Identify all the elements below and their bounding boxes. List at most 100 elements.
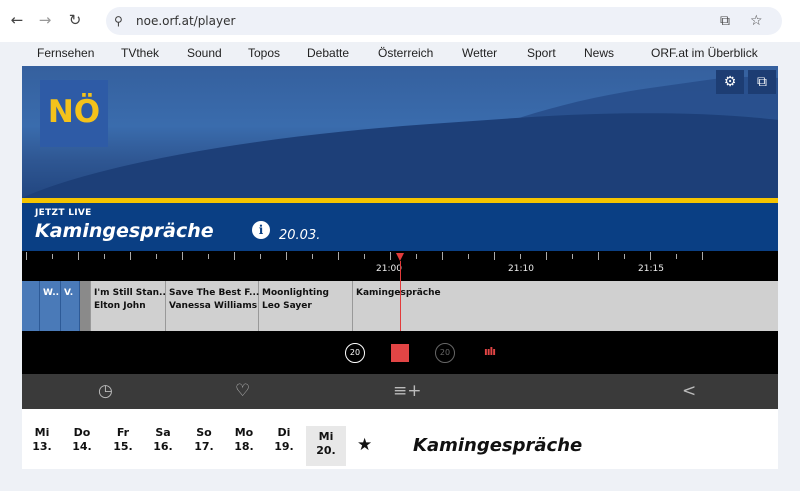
day-date: 20.	[316, 444, 336, 457]
tick	[494, 252, 495, 260]
day-date: 19.	[274, 440, 294, 453]
day-date: 15.	[113, 440, 133, 453]
day-tab-selected[interactable]: Mi 20.	[306, 426, 346, 466]
program-item[interactable]: Kamingespräche	[353, 281, 778, 331]
tick	[468, 254, 469, 259]
popout-icon[interactable]: ⧉	[748, 70, 776, 94]
cast-icon[interactable]: ⧉	[720, 7, 730, 35]
playlist-add-icon[interactable]: ≡+	[393, 379, 422, 403]
info-icon[interactable]: i	[252, 221, 270, 239]
tick	[78, 252, 79, 260]
playhead-line	[400, 261, 401, 331]
tick	[676, 254, 677, 259]
program-title: W..	[43, 288, 60, 298]
program-title: Moonlighting	[262, 288, 329, 298]
weekday: Mo	[234, 426, 254, 439]
weekday: Di	[277, 426, 291, 439]
day-selector: Mi 13. Do 14. Fr 15. Sa 16. So 17. Mo 18. Di 19…	[22, 409, 778, 469]
hero-image: NÖ ⚙ ⧉	[22, 66, 778, 200]
time-label: 21:00	[376, 264, 402, 274]
address-bar[interactable]: ⚲ noe.orf.at/player ⧉ ☆	[106, 7, 782, 35]
tick	[624, 254, 625, 259]
program-title: Save The Best F...	[169, 288, 260, 298]
now-playing-bar: JETZT LIVE Kamingespräche i 20.03.	[22, 203, 778, 251]
day-tab[interactable]: Mo 18.	[224, 426, 264, 454]
day-tab[interactable]: Mi 13.	[22, 426, 62, 454]
logo-text: NÖ	[47, 94, 101, 130]
reload-icon[interactable]: ↻	[64, 9, 86, 31]
nav-item-debatte[interactable]: Debatte	[307, 46, 349, 60]
show-title: Kamingespräche	[35, 220, 214, 242]
nav-item-tvthek[interactable]: TVthek	[121, 46, 159, 60]
weekday: So	[196, 426, 212, 439]
program-item[interactable]: Moonlighting Leo Sayer	[259, 281, 353, 331]
rewind-20-button[interactable]: 20	[345, 343, 365, 363]
day-tab[interactable]: Fr 15.	[103, 426, 143, 454]
program-item[interactable]: V.	[61, 281, 80, 331]
program-item[interactable]: Save The Best F... Vanessa Williams	[166, 281, 259, 331]
browser-toolbar: ← → ↻ ⚲ noe.orf.at/player ⧉ ☆	[0, 0, 800, 42]
site-settings-icon[interactable]: ⚲	[114, 7, 123, 35]
tick	[312, 254, 313, 259]
tick	[208, 254, 209, 259]
program-title: Kamingespräche	[356, 288, 441, 298]
forward-20-button[interactable]: 20	[435, 343, 455, 363]
program-item[interactable]: I'm Still Stan... Elton John	[91, 281, 170, 331]
url-text[interactable]: noe.orf.at/player	[136, 7, 235, 35]
tick	[598, 252, 599, 260]
favorite-icon[interactable]: ♡	[235, 379, 250, 403]
tick	[130, 252, 131, 260]
day-tab[interactable]: Do 14.	[62, 426, 102, 454]
day-tab[interactable]: Sa 16.	[143, 426, 183, 454]
nav-item-sport[interactable]: Sport	[527, 46, 556, 60]
weekday: Fr	[116, 426, 130, 439]
day-date: 16.	[153, 440, 173, 453]
program-artist: Elton John	[94, 301, 146, 311]
nav-item-news[interactable]: News	[584, 46, 614, 60]
tick	[364, 254, 365, 259]
nav-item-topos[interactable]: Topos	[248, 46, 280, 60]
weekday: Mi	[34, 426, 50, 439]
orf-nav-bar: Fernsehen TVthek Sound Topos Debatte Öst…	[0, 42, 800, 66]
bookmark-star-icon[interactable]: ☆	[750, 7, 763, 35]
program-item[interactable]	[22, 281, 40, 331]
tick	[26, 252, 27, 260]
nav-item-ueberblick[interactable]: ORF.at im Überblick	[651, 46, 758, 60]
tick	[702, 252, 703, 260]
tick	[156, 254, 157, 259]
show-date: 20.03.	[279, 228, 321, 243]
tick	[286, 252, 287, 260]
program-title: V.	[64, 288, 74, 298]
day-date: 18.	[234, 440, 254, 453]
program-artist: Vanessa Williams	[169, 301, 258, 311]
nav-item-wetter[interactable]: Wetter	[462, 46, 497, 60]
time-label: 21:10	[508, 264, 534, 274]
nav-item-fernsehen[interactable]: Fernsehen	[37, 46, 94, 60]
tick	[390, 252, 391, 260]
station-logo: NÖ	[40, 80, 108, 147]
tick	[650, 252, 651, 260]
tick	[546, 252, 547, 260]
program-title: I'm Still Stan...	[94, 288, 170, 298]
forward-icon[interactable]: →	[34, 9, 56, 31]
weekday: Do	[73, 426, 91, 439]
playhead-handle[interactable]	[396, 253, 404, 261]
day-tab[interactable]: Di 19.	[264, 426, 304, 454]
back-icon[interactable]: ←	[6, 9, 28, 31]
tick	[52, 254, 53, 259]
settings-icon[interactable]: ⚙	[716, 70, 744, 94]
program-item[interactable]: W..	[40, 281, 61, 331]
day-tab[interactable]: So 17.	[184, 426, 224, 454]
nav-item-sound[interactable]: Sound	[187, 46, 222, 60]
share-icon[interactable]: <	[682, 379, 696, 403]
radio-player: NÖ ⚙ ⧉ JETZT LIVE Kamingespräche i 20.03…	[22, 66, 778, 409]
nav-item-oesterreich[interactable]: Österreich	[378, 46, 433, 60]
history-icon[interactable]: ◷	[98, 379, 113, 403]
volume-icon[interactable]: ıılı	[484, 345, 496, 358]
star-icon[interactable]: ★	[357, 435, 372, 455]
tick	[338, 252, 339, 260]
stop-button[interactable]	[391, 344, 409, 362]
weekday: Mi	[318, 430, 334, 443]
program-item[interactable]	[80, 281, 91, 331]
tick	[234, 252, 235, 260]
